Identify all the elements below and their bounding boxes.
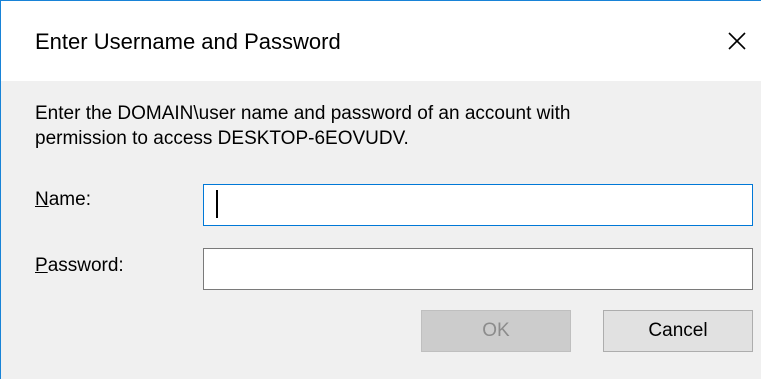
name-label-accelerator: N — [35, 189, 49, 210]
instruction-text: Enter the DOMAIN\user name and password … — [35, 101, 725, 151]
name-label: Name: — [35, 189, 91, 211]
cancel-button[interactable]: Cancel — [603, 310, 753, 352]
close-x-icon — [728, 32, 746, 50]
close-button[interactable] — [713, 15, 761, 67]
name-label-text: ame: — [48, 189, 91, 210]
password-input[interactable] — [203, 248, 753, 290]
password-label-text: assword: — [47, 255, 124, 276]
title-bar[interactable]: Enter Username and Password — [1, 1, 761, 81]
credentials-dialog: Enter Username and Password Enter the DO… — [0, 0, 761, 379]
password-label: Password: — [35, 255, 124, 277]
password-label-accelerator: P — [35, 255, 48, 276]
dialog-body: Enter the DOMAIN\user name and password … — [1, 81, 761, 379]
name-input[interactable] — [203, 184, 753, 226]
instruction-line-2: permission to access DESKTOP-6EOVUDV. — [35, 128, 409, 149]
text-caret — [216, 190, 218, 218]
ok-button[interactable]: OK — [421, 310, 571, 352]
dialog-title: Enter Username and Password — [35, 29, 341, 54]
instruction-line-1: Enter the DOMAIN\user name and password … — [35, 103, 571, 124]
